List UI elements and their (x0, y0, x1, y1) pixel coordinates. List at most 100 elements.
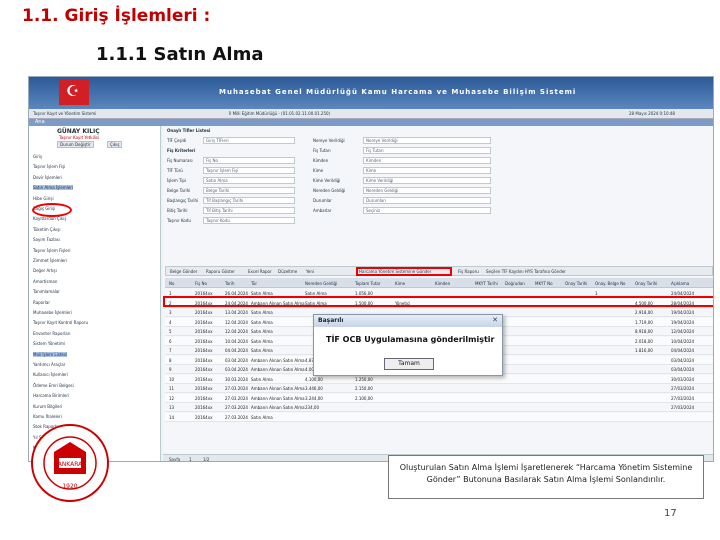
highlight-circle (32, 203, 72, 217)
tree-item[interactable]: Zimmet İşlemleri (33, 258, 67, 263)
close-icon[interactable]: ✕ (492, 316, 498, 324)
tif-type-select[interactable]: Giriş TİFleri (203, 137, 295, 144)
toolbar-button[interactable]: Yeni (306, 269, 314, 274)
meb-logo: ANKARA 1920 (31, 424, 109, 502)
column-header: Doğrudan (505, 281, 525, 286)
tree-item[interactable]: Tanımlamalar (33, 289, 60, 294)
table-cell: 03/04/2024 (671, 367, 695, 372)
tree-item[interactable]: Giriş (33, 154, 42, 159)
logo-year: 1920 (62, 483, 77, 490)
form-field[interactable]: Fiş Tutarı (363, 147, 491, 154)
table-cell: 20164xx (195, 357, 213, 363)
form-field[interactable]: Satın Alma (203, 177, 295, 184)
form-field[interactable]: Fiş No (203, 157, 295, 164)
table-cell: 2.018,00 (635, 338, 653, 344)
column-header: No (169, 281, 175, 286)
table-cell: 2.100,00 (355, 395, 373, 401)
slide-title: 1.1. Giriş İşlemleri : (22, 6, 211, 26)
tree-item[interactable]: Taşınır İşlem Fişleri (33, 248, 71, 253)
tree-item[interactable]: Kurum Bilgileri (33, 404, 62, 409)
app-banner: ☪ Muhasebat Genel Müdürlüğü Kamu Harcama… (29, 77, 713, 109)
table-cell: 27.03.2024 (225, 414, 248, 420)
table-cell: 03.04.2024 (225, 367, 248, 372)
table-cell: Satın Alma (251, 414, 273, 420)
form-field[interactable]: Taşınır Kodu (203, 217, 295, 224)
form-label: Ambarlar (313, 208, 332, 213)
column-header: Toplam Tutar (355, 281, 381, 286)
toolbar-button[interactable]: Düzeltme (278, 269, 297, 274)
table-cell: 20164xx (195, 395, 213, 401)
form-field[interactable]: Tif Bitiş Tarihi (203, 207, 295, 214)
form-field[interactable]: Tif Başlangıç Tarihi (203, 197, 295, 204)
toolbar-button[interactable]: Raporu Göster (206, 269, 235, 274)
table-cell: 13.04.2024 (225, 310, 248, 315)
table-cell: 3 (169, 310, 172, 315)
tree-item[interactable]: Tüketim Çıkışı (33, 227, 60, 232)
table-cell: 19/04/2024 (671, 319, 695, 325)
table-cell: Satın Alma (251, 338, 273, 344)
form-field[interactable]: Belge Tarihi (203, 187, 295, 194)
tree-item[interactable]: Amortisman (33, 279, 57, 284)
table-cell: 10/04/2024 (671, 338, 695, 344)
form-field[interactable]: Kime Verildiği (363, 177, 491, 184)
table-cell: Ambarın Alınan Satın Alma (251, 405, 305, 410)
table-cell: 7 (169, 348, 172, 353)
table-row[interactable]: 14 20164xx 27.03.2024 Satın Alma (165, 412, 713, 422)
info-bar: Taşınır Kayıt ve Yönetim Sistemi İl Mill… (29, 109, 713, 119)
tree-item[interactable]: Sistem Yönetimi (33, 341, 65, 346)
tree-item[interactable]: Taşınır İşlem Fişi (33, 164, 65, 169)
tree-item[interactable]: Harcama Birimleri (33, 393, 69, 398)
tree-item[interactable]: Kullanıcı İşlemleri (33, 372, 68, 377)
column-header: Onay Tarihi (635, 281, 658, 286)
form-field[interactable]: Durumları (363, 197, 491, 204)
toolbar-button[interactable]: Fiş Raporu (458, 269, 479, 274)
table-cell: Ambarın Alınan Satın Alma (251, 367, 305, 372)
pager-page[interactable]: 1 (189, 457, 192, 461)
table-row[interactable]: 12 20164xx 27.03.2024 Ambarın Alınan Satın … (165, 393, 713, 403)
tree-item[interactable]: Satın Alma İşlemleri (33, 185, 74, 191)
table-cell: 27/03/2024 (671, 405, 695, 410)
caption-box: Oluşturulan Satın Alma İşlemi İşaretlene… (388, 455, 704, 499)
toolbar-button[interactable]: Harcama Yönetim Sistemine Gönder (359, 269, 431, 274)
form-field[interactable]: Taşınır İşlem Fişi (203, 167, 295, 174)
toolbar-button[interactable]: Belge Gönder (170, 269, 197, 274)
section-label: Fiş Kriterleri (167, 148, 196, 153)
table-row[interactable]: 11 20164xx 27.03.2024 Ambarın Alınan Satın … (165, 384, 713, 393)
table-row[interactable]: 13 20164xx 27.03.2024 Ambarın Alınan Satın … (165, 403, 713, 412)
tree-item[interactable]: Envanter Raporları (33, 331, 70, 336)
toolbar-button[interactable]: Excel Rapor (248, 269, 272, 274)
tree-item[interactable]: Hibe Girişi (33, 196, 54, 201)
tree-item[interactable]: Kayıtlardan Çıkış (33, 216, 66, 221)
table-cell: Satın Alma (251, 376, 273, 382)
tree-item[interactable]: Kamu İhaleleri (33, 414, 62, 419)
table-cell: 20164xx (195, 405, 213, 410)
logout-button[interactable]: Çıkış (107, 141, 123, 148)
tree-item[interactable]: Ödeme Emri Belgesi (33, 383, 74, 388)
table-cell: 20164xx (195, 319, 213, 325)
table-cell: 20164xx (195, 367, 213, 372)
tree-item[interactable]: Muhasebe İşlemleri (33, 310, 72, 315)
toolbar-button[interactable]: Seçilen TİF Kaydını HYS Tarafına Gönder (486, 269, 566, 274)
table-cell: 4.100,00 (305, 376, 323, 382)
form-field[interactable]: Kimden (363, 157, 491, 164)
pager-label: Sayfa (169, 457, 181, 462)
form-label: Başlangıç Tarihi (167, 198, 199, 203)
form-field[interactable]: Nereden Geldiği (363, 187, 491, 194)
tree-item[interactable]: Sayım Fazlası (33, 237, 60, 242)
table-cell: 10.04.2024 (225, 338, 248, 344)
table-cell: 27.03.2024 (225, 395, 248, 401)
tree-item[interactable]: Raporlar (33, 300, 50, 305)
table-cell: 11 (169, 386, 175, 391)
tree-item[interactable]: Devir İşlemleri (33, 175, 62, 180)
menu-item-ana[interactable]: Ana (35, 119, 45, 125)
form-field[interactable]: Kime (363, 167, 491, 174)
tree-item[interactable]: Değer Artışı (33, 268, 57, 273)
tree-item[interactable]: Yardımcı Araçlar (33, 362, 65, 367)
table-cell: 27/03/2024 (671, 395, 695, 401)
form-field[interactable]: Seçiniz (363, 207, 491, 214)
tree-item[interactable]: Taşınır Kayıt Kontrol Raporu (33, 320, 88, 325)
ok-button[interactable]: Tamam (384, 358, 434, 370)
tree-item[interactable]: Mali İşlem Listesi (33, 351, 68, 357)
change-status-button[interactable]: Durum Değiştir (57, 141, 94, 148)
form-field[interactable]: Nereye Verildiği (363, 137, 491, 144)
